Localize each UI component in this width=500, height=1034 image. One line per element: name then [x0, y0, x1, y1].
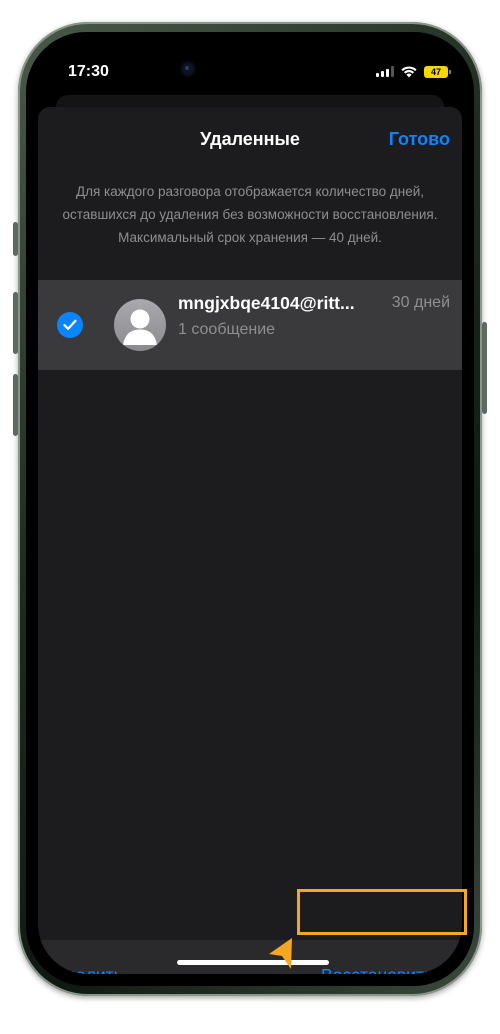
arrow-pointer-icon: [269, 938, 292, 969]
restore-button[interactable]: Восстановить: [321, 965, 433, 974]
bottom-toolbar: Удалить Восстановить: [38, 940, 462, 974]
retention-info-text: Для каждого разговора отображается колич…: [62, 184, 438, 245]
volume-down-button: [13, 374, 18, 436]
power-button: [482, 322, 487, 414]
status-time: 17:30: [68, 63, 109, 80]
restore-highlight-box: [297, 889, 467, 935]
conversation-name: mngjxbqe4104@ritt...: [178, 293, 355, 313]
message-count: 1 сообщение: [178, 321, 276, 338]
person-silhouette-icon: [114, 299, 166, 351]
wifi-icon: [401, 66, 417, 78]
dynamic-island: [200, 56, 300, 84]
checkmark-circle-icon[interactable]: [57, 312, 83, 338]
conversation-row[interactable]: mngjxbqe4104@ritt... 30 дней 1 сообщение: [38, 280, 462, 370]
cellular-signal-icon: [376, 66, 394, 77]
front-camera: [182, 63, 194, 75]
deleted-sheet: Удаленные Готово Для каждого разговора о…: [38, 107, 462, 974]
delete-button[interactable]: Удалить: [56, 965, 123, 974]
action-button: [13, 222, 18, 256]
done-button[interactable]: Готово: [389, 129, 450, 150]
home-indicator: [177, 960, 329, 965]
volume-up-button: [13, 292, 18, 354]
battery-icon: 47: [424, 65, 451, 78]
phone-screen: 17:30 47 Удаленные Готово Для каждого ра…: [38, 44, 462, 974]
days-remaining: 30 дней: [391, 294, 450, 311]
status-indicators: 47: [376, 65, 451, 78]
